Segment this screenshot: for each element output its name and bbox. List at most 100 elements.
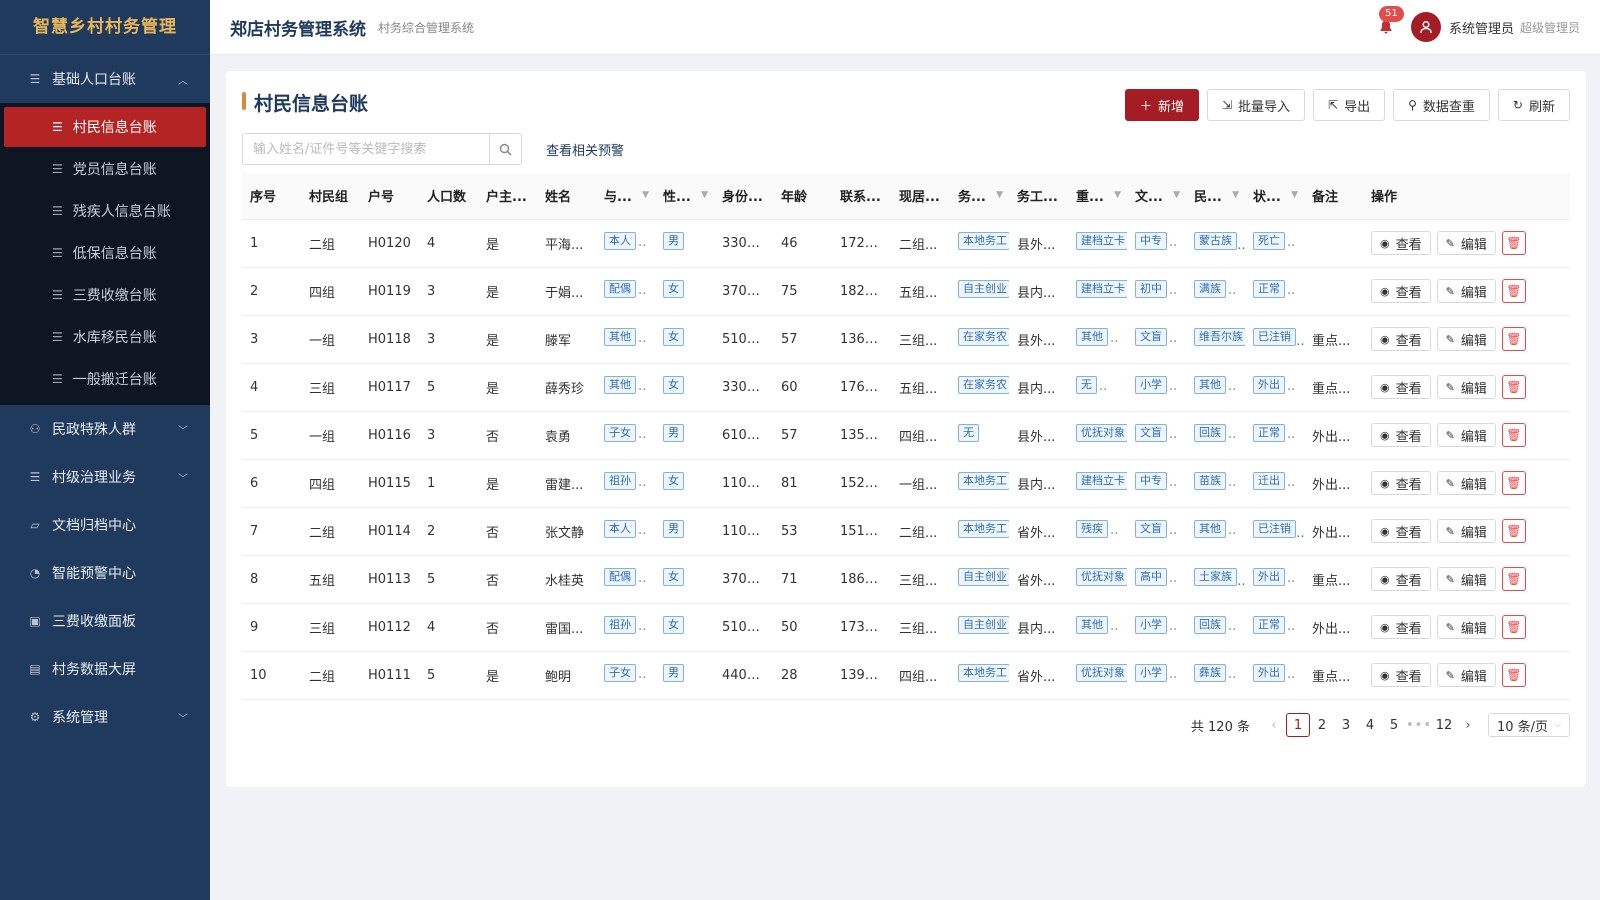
refresh-button[interactable]: ↻ 刷新 [1497,89,1570,121]
table-row[interactable]: 6 四组 H0115 1 是雷建... 祖孙 ·· 女 1101... 81 152*... 一组..… [242,459,1570,508]
dedupe-button[interactable]: ⚲ 数据查重 [1393,89,1490,121]
delete-button[interactable]: 🗑 [1501,519,1526,543]
edit-button[interactable]: ✎ 编辑 [1436,519,1496,543]
view-button[interactable]: ◉ 查看 [1371,327,1431,351]
batch-import-button[interactable]: ⇲ 批量导入 [1206,89,1306,121]
column-header[interactable]: 文... ▼ [1127,173,1186,220]
next-page-icon[interactable]: › [1456,713,1480,737]
edit-button[interactable]: ✎ 编辑 [1436,423,1496,447]
view-button[interactable]: ◉ 查看 [1371,615,1431,639]
table-row[interactable]: 7 二组 H0114 2 否张文静 本人 ·· 男 1101... 53 151*... 二组... 本… [242,507,1570,556]
page-number[interactable]: 3 [1334,713,1358,737]
column-header[interactable]: 备注 [1304,173,1363,220]
filter-icon[interactable]: ▼ [1173,190,1180,200]
column-header[interactable]: 与... ▼ [596,173,655,220]
sidebar-group[interactable]: ☰ 基础人口台账 ︿ [0,55,210,103]
column-header[interactable]: 操作 [1363,173,1570,220]
delete-button[interactable]: 🗑 [1501,375,1526,399]
sidebar-sub-item[interactable]: ☰ 一般搬迁台账 [4,359,206,399]
column-header[interactable]: 民... ▼ [1186,173,1245,220]
column-header[interactable]: 现居... [891,173,950,220]
sidebar-sub-item[interactable]: ☰ 水库移民台账 [4,317,206,357]
table-row[interactable]: 1 二组 H0120 4 是平海... 本人 ·· 男 3301... 46 172*... 二组..… [242,219,1570,268]
sidebar-group[interactable]: ☰ 村级治理业务 ﹀ [0,453,210,501]
delete-button[interactable]: 🗑 [1501,615,1526,639]
export-button[interactable]: ⇱ 导出 [1313,89,1386,121]
delete-button[interactable]: 🗑 [1501,423,1526,447]
table-row[interactable]: 2 四组 H0119 3 是于娟... 配偶 ·· 女 3701... 75 182*... 五组..… [242,267,1570,316]
table-row[interactable]: 8 五组 H0113 5 否水桂英 配偶 ·· 女 3701... 71 186*... 三组... 自… [242,555,1570,604]
add-button[interactable]: ＋ 新增 [1124,89,1199,121]
delete-button[interactable]: 🗑 [1501,663,1526,687]
column-header[interactable]: 年龄 [773,173,832,220]
edit-button[interactable]: ✎ 编辑 [1436,231,1496,255]
column-header[interactable]: 户号 [360,173,419,220]
page-last[interactable]: 12 [1432,713,1456,737]
table-row[interactable]: 3 一组 H0118 3 是滕军 其他 ·· 女 5101... 57 136*... 三组... 在家… [242,315,1570,364]
filter-icon[interactable]: ▼ [701,190,708,200]
edit-button[interactable]: ✎ 编辑 [1436,663,1496,687]
more-pages-icon[interactable]: ••• [1406,713,1432,737]
sidebar-sub-item[interactable]: ☰ 党员信息台账 [4,149,206,189]
view-button[interactable]: ◉ 查看 [1371,375,1431,399]
filter-icon[interactable]: ▼ [996,190,1003,200]
column-header[interactable]: 村民组 [301,173,360,220]
sidebar-sub-item[interactable]: ☰ 低保信息台账 [4,233,206,273]
sidebar-group[interactable]: ◔ 智能预警中心 [0,549,210,597]
sidebar-sub-item[interactable]: ☰ 村民信息台账 [4,107,206,147]
sidebar-group[interactable]: ▣ 三费收缴面板 [0,597,210,645]
search-button[interactable] [489,134,521,164]
filter-icon[interactable]: ▼ [642,190,649,200]
table-row[interactable]: 9 三组 H0112 4 否雷国... 祖孙 ·· 女 5101... 50 173*... 三组..… [242,603,1570,652]
delete-button[interactable]: 🗑 [1501,327,1526,351]
view-button[interactable]: ◉ 查看 [1371,471,1431,495]
column-header[interactable]: 重... ▼ [1068,173,1127,220]
user-avatar[interactable] [1410,12,1441,42]
delete-button[interactable]: 🗑 [1501,567,1526,591]
column-header[interactable]: 联系... [832,173,891,220]
delete-button[interactable]: 🗑 [1501,279,1526,303]
view-button[interactable]: ◉ 查看 [1371,279,1431,303]
view-button[interactable]: ◉ 查看 [1371,231,1431,255]
user-name[interactable]: 系统管理员 [1449,18,1514,37]
view-button[interactable]: ◉ 查看 [1371,519,1431,543]
column-header[interactable]: 务工... [1009,173,1068,220]
column-header[interactable]: 身份... [714,173,773,220]
page-number[interactable]: 4 [1358,713,1382,737]
column-header[interactable]: 务... ▼ [950,173,1009,220]
column-header[interactable]: 姓名 [537,173,596,220]
sidebar-group[interactable]: ▱ 文档归档中心 [0,501,210,549]
table-row[interactable]: 5 一组 H0116 3 否袁勇 子女 ·· 男 6101... 57 135*... 四组... 无县… [242,411,1570,460]
filter-icon[interactable]: ▼ [1232,190,1239,200]
delete-button[interactable]: 🗑 [1501,231,1526,255]
view-button[interactable]: ◉ 查看 [1371,567,1431,591]
notification-bell-icon[interactable]: 51 [1375,6,1404,38]
prev-page-icon[interactable]: ‹ [1262,713,1286,737]
edit-button[interactable]: ✎ 编辑 [1436,567,1496,591]
sidebar-group[interactable]: ⚙ 系统管理 ﹀ [0,693,210,741]
search-input[interactable] [243,134,489,164]
page-size-select[interactable]: 10 条/页 ⌵ [1488,713,1570,737]
sidebar-sub-item[interactable]: ☰ 三费收缴台账 [4,275,206,315]
sidebar-group[interactable]: ▤ 村务数据大屏 [0,645,210,693]
page-number[interactable]: 1 [1285,713,1310,737]
edit-button[interactable]: ✎ 编辑 [1436,375,1496,399]
column-header[interactable]: 人口数 [419,173,478,220]
filter-icon[interactable]: ▼ [1291,190,1298,200]
edit-button[interactable]: ✎ 编辑 [1436,471,1496,495]
filter-icon[interactable]: ▼ [1114,190,1121,200]
edit-button[interactable]: ✎ 编辑 [1436,327,1496,351]
sidebar-sub-item[interactable]: ☰ 残疾人信息台账 [4,191,206,231]
page-number[interactable]: 5 [1382,713,1406,737]
delete-button[interactable]: 🗑 [1501,471,1526,495]
table-row[interactable]: 4 三组 H0117 5 是薛秀珍 其他 ·· 女 3301... 60 176*... 五组... 在… [242,363,1570,412]
column-header[interactable]: 户主... [478,173,537,220]
view-button[interactable]: ◉ 查看 [1371,423,1431,447]
view-warnings-link[interactable]: 查看相关预警 [546,140,624,159]
edit-button[interactable]: ✎ 编辑 [1436,279,1496,303]
view-button[interactable]: ◉ 查看 [1371,663,1431,687]
column-header[interactable]: 性... ▼ [655,173,714,220]
column-header[interactable]: 序号 [242,173,301,220]
sidebar-group[interactable]: ⚇ 民政特殊人群 ﹀ [0,405,210,453]
table-row[interactable]: 10 二组 H0111 5 是鲍明 子女 ·· 男 4401... 28 139*... 四组... 本… [242,651,1570,700]
